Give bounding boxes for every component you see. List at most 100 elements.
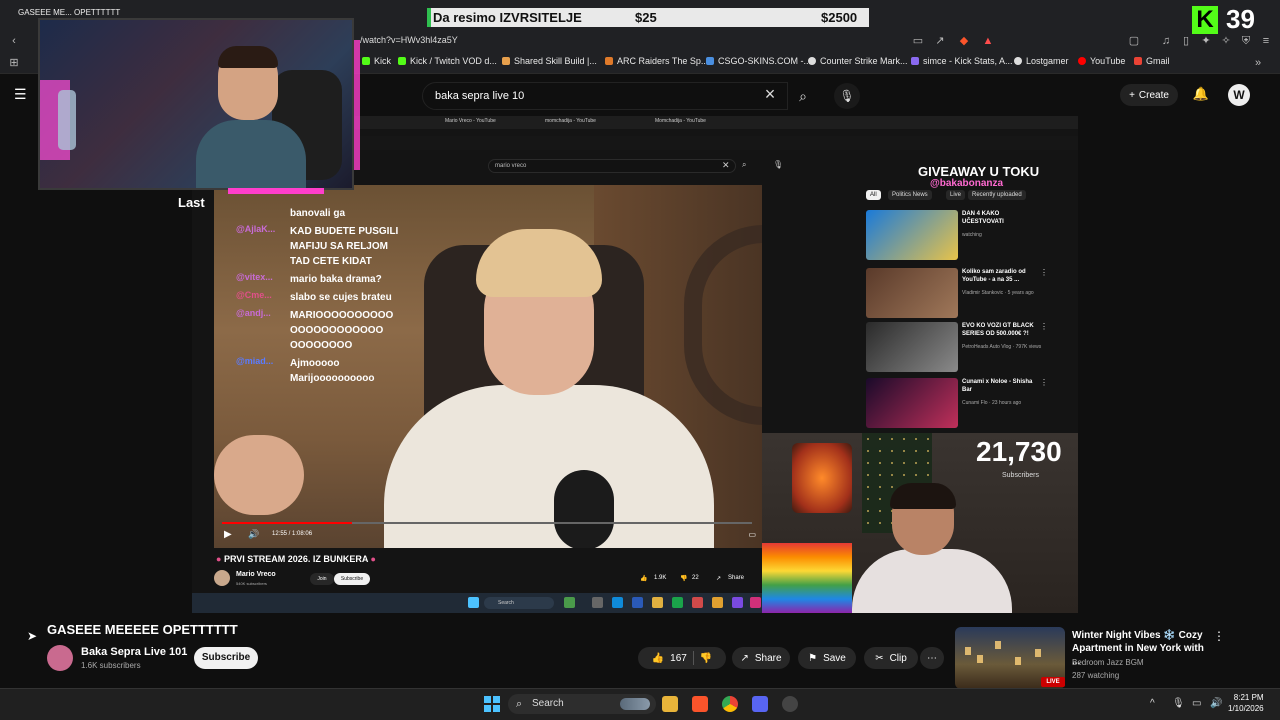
notifications-bell-icon[interactable]: 🔔 — [1192, 86, 1210, 104]
app-icon — [672, 597, 683, 608]
inner-video-controls: ▶ 🔊 12:55 / 1:08:06 ▭ — [214, 522, 762, 548]
inner-tab: momchadija - YouTube — [545, 118, 596, 124]
last-label: Last — [178, 195, 205, 210]
chat-overlay: banovali ga @AjlaK... KAD BUDETE PUSGILI … — [236, 206, 436, 389]
app-icon — [632, 597, 643, 608]
search-query: baka sepra live 10 — [435, 90, 525, 102]
inner-channel-subs: 540K subscribers — [236, 581, 267, 586]
clip-button[interactable]: ✂ Clip — [864, 647, 918, 669]
share-icon: ↗ — [716, 576, 722, 582]
volume-icon[interactable]: 🔊 — [1210, 698, 1222, 709]
subscriber-counter: 21,730 — [976, 436, 1062, 467]
bookmark-csgo-skins[interactable]: CSGO-SKINS.COM -... — [706, 56, 811, 66]
thumbs-up-icon: 👍 — [640, 576, 648, 582]
recommended-channel[interactable]: Bedroom Jazz BGM — [1072, 658, 1144, 667]
windows-start-icon[interactable] — [484, 696, 500, 712]
more-icon[interactable]: ⋮ — [1213, 629, 1225, 643]
address-url[interactable]: /watch?v=HWv3hl4za5Y — [360, 35, 458, 45]
channel-subscribers: 1.6K subscribers — [81, 661, 141, 670]
app-icon — [592, 597, 603, 608]
browser-tab[interactable]: GASEEE ME... OPETTTTTT — [18, 8, 120, 17]
display-icon[interactable]: ▭ — [1192, 698, 1201, 709]
like-dislike-group[interactable]: 👍 167 👎 — [638, 647, 726, 669]
channel-avatar[interactable] — [47, 645, 73, 671]
chrome-icon[interactable] — [722, 696, 738, 712]
bookmark-cs-market[interactable]: Counter Strike Mark... — [808, 56, 908, 66]
thumbs-up-icon[interactable]: 👍 — [652, 653, 664, 664]
bookmark-gmail[interactable]: Gmail — [1134, 56, 1170, 66]
plus-icon: + — [1129, 89, 1135, 101]
mouse-cursor-icon: ➤ — [27, 629, 38, 643]
bookmark-shared-skill[interactable]: Shared Skill Build |... — [502, 56, 597, 66]
brave-browser-icon[interactable] — [692, 696, 708, 712]
music-icon[interactable]: ♫ — [1160, 35, 1172, 47]
bookmark-kick-vod[interactable]: Kick / Twitch VOD d... — [398, 56, 497, 66]
save-button[interactable]: ⚑ Save — [798, 647, 856, 669]
more-bookmarks-icon[interactable]: » — [1252, 57, 1264, 69]
back-icon[interactable]: ‹ — [8, 35, 20, 47]
inner-join-button: Join — [310, 573, 334, 585]
inner-search-input: mario vreco — [488, 159, 736, 173]
bookmark-arc-raiders[interactable]: ARC Raiders The Sp... — [605, 56, 708, 66]
search-icon[interactable]: ⌕ — [788, 82, 818, 110]
inner-channel-name: Mario Vreco — [236, 571, 276, 578]
recommended-video[interactable]: LIVE Winter Night Vibes ❄️ Cozy Apartmen… — [955, 627, 1235, 689]
apps-icon[interactable]: ⊞ — [8, 57, 20, 69]
vpn-icon[interactable]: ⛨ — [1240, 35, 1252, 47]
viewer-count: 39 — [1226, 4, 1255, 34]
more-icon: ⋮ — [1040, 378, 1048, 387]
bookmark-simce[interactable]: simce - Kick Stats, A... — [911, 56, 1013, 66]
account-avatar[interactable]: W — [1228, 84, 1250, 106]
obs-icon[interactable] — [782, 696, 798, 712]
app-icon — [750, 597, 761, 608]
video-title: GASEEE MEEEEE OPETTTTTT — [47, 622, 238, 637]
inner-browser-tabs: Mario Vreco - YouTube momchadija - YouTu… — [355, 116, 1078, 129]
more-icon: ⋮ — [1040, 322, 1048, 331]
microphone-icon[interactable]: 🎙 — [1172, 698, 1185, 709]
thumbs-down-icon: 👎 — [680, 576, 688, 582]
create-button[interactable]: + Create — [1120, 84, 1178, 106]
share-icon[interactable]: ↗ — [934, 35, 946, 47]
record-icon: ● — [216, 554, 222, 564]
thumbs-down-icon[interactable]: 👎 — [700, 653, 712, 664]
taskbar-search[interactable]: ⌕ Search — [508, 694, 656, 714]
tray-chevron-icon[interactable]: ^ — [1150, 698, 1155, 709]
inner-video-title: ● PRVI STREAM 2026. IZ BUNKERA ● — [216, 554, 376, 564]
search-input[interactable]: baka sepra live 10 — [422, 82, 788, 110]
cast-icon[interactable]: ▭ — [912, 35, 924, 47]
system-clock[interactable]: 8:21 PM 1/10/2026 — [1228, 692, 1264, 714]
chat-message: @AjlaK... KAD BUDETE PUSGILI MAFIJU SA RE… — [236, 224, 399, 267]
inner-mic-icon: 🎙 — [773, 160, 784, 169]
app-icon — [612, 597, 623, 608]
share-button[interactable]: ↗ Share — [732, 647, 790, 669]
brave-shield-icon[interactable]: ◆ — [958, 35, 970, 47]
channel-name[interactable]: Baka Sepra Live 101 — [81, 646, 187, 658]
more-actions-button[interactable]: ⋯ — [920, 647, 944, 669]
discord-icon[interactable] — [752, 696, 768, 712]
hamburger-menu-icon[interactable]: ☰ — [14, 86, 30, 102]
bookmark-youtube[interactable]: YouTube — [1078, 56, 1125, 66]
menu-icon[interactable]: ≡ — [1260, 35, 1272, 47]
inner-address-bar — [355, 136, 1078, 150]
extension-icon[interactable]: ✧ — [1220, 35, 1232, 47]
inner-clear-icon: ✕ — [722, 160, 730, 170]
donation-current: $25 — [635, 10, 657, 25]
bookmark-kick[interactable]: Kick — [362, 56, 391, 66]
microphone-icon[interactable]: 🎙 — [834, 83, 860, 109]
giveaway-title: GIVEAWAY U TOKU — [918, 164, 1040, 179]
panel-icon[interactable]: ▯ — [1180, 35, 1192, 47]
subscribe-button[interactable]: Subscribe — [194, 647, 258, 669]
inner-taskbar: Search — [192, 593, 762, 613]
streamer-webcam — [38, 18, 354, 190]
live-badge: LIVE — [1041, 677, 1065, 687]
video-time: 12:55 / 1:08:06 — [272, 531, 313, 537]
windows-icon — [468, 597, 479, 608]
bookmark-lostgamer[interactable]: Lostgamer — [1014, 56, 1069, 66]
extension-icon[interactable]: ✦ — [1200, 35, 1212, 47]
rewards-icon[interactable]: ▲ — [982, 35, 994, 47]
inner-search-icon: ⌕ — [742, 160, 747, 169]
file-explorer-icon[interactable] — [662, 696, 678, 712]
related-video: Koliko sam zaradio od YouTube - a na 35 … — [866, 268, 1056, 318]
sidebar-icon[interactable]: ▢ — [1128, 35, 1140, 47]
clear-search-icon[interactable]: × — [760, 84, 780, 106]
